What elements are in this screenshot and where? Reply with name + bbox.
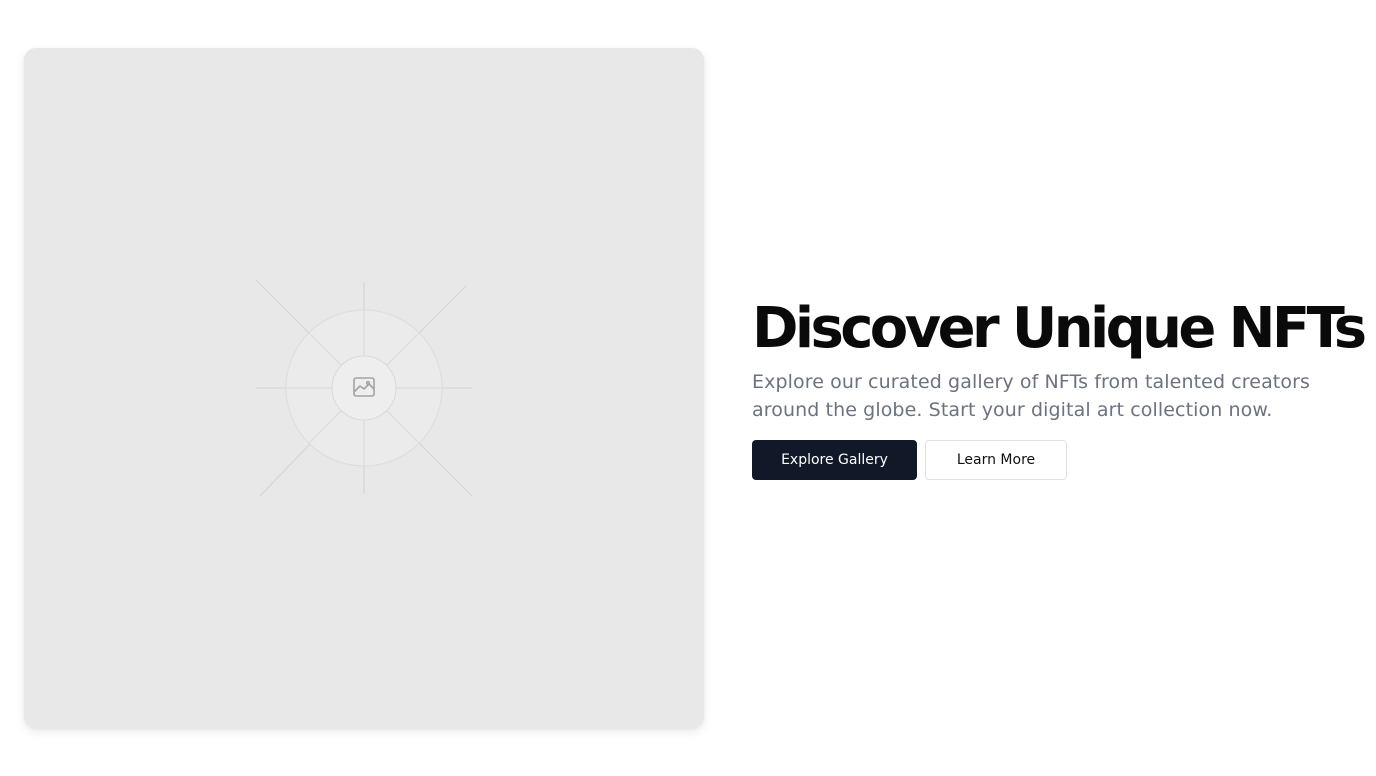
hero-section: Discover Unique NFTs Explore our curated… bbox=[0, 0, 1376, 776]
nft-image-placeholder bbox=[24, 48, 704, 728]
explore-gallery-button[interactable]: Explore Gallery bbox=[752, 440, 917, 480]
hero-content: Discover Unique NFTs Explore our curated… bbox=[752, 296, 1367, 480]
learn-more-button[interactable]: Learn More bbox=[925, 440, 1067, 480]
placeholder-graphic bbox=[255, 279, 473, 497]
hero-actions: Explore Gallery Learn More bbox=[752, 440, 1352, 480]
hero-subtitle: Explore our curated gallery of NFTs from… bbox=[752, 371, 1310, 421]
hero-headline: Discover Unique NFTs bbox=[752, 296, 1367, 361]
